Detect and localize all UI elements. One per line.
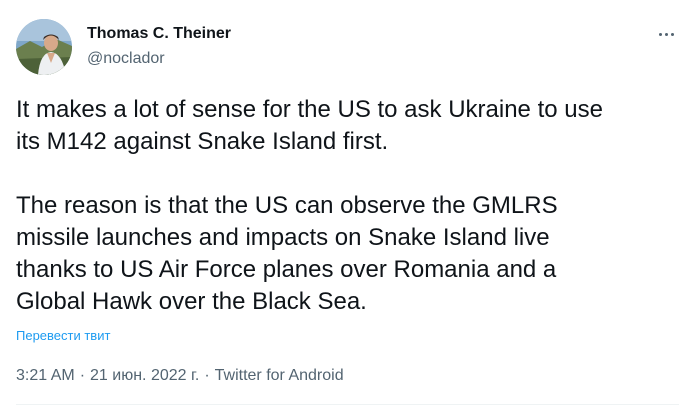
more-options-button[interactable] — [652, 22, 680, 46]
author-handle[interactable]: @noclador — [87, 50, 165, 68]
tweet-metadata: 3:21 AM · 21 июн. 2022 г. · Twitter for Andr… — [16, 367, 344, 385]
tweet-date[interactable]: 21 июн. 2022 г. — [90, 367, 199, 384]
more-horizontal-icon — [657, 32, 675, 36]
meta-separator: · — [79, 367, 86, 384]
divider — [16, 404, 679, 405]
tweet-source[interactable]: Twitter for Android — [215, 367, 344, 384]
profile-photo-image — [16, 19, 72, 75]
tweet-paragraph: It makes a lot of sense for the US to as… — [16, 96, 603, 155]
tweet-paragraph: The reason is that the US can observe th… — [16, 192, 558, 315]
translate-tweet-link[interactable]: Перевести твит — [16, 328, 110, 343]
meta-separator: · — [204, 367, 210, 384]
tweet-text: It makes a lot of sense for the US to as… — [16, 94, 686, 318]
tweet-card: Thomas C. Theiner @noclador It makes a l… — [0, 0, 695, 419]
avatar[interactable] — [16, 19, 72, 75]
author-name[interactable]: Thomas C. Theiner — [87, 25, 231, 43]
tweet-time[interactable]: 3:21 AM — [16, 367, 75, 384]
